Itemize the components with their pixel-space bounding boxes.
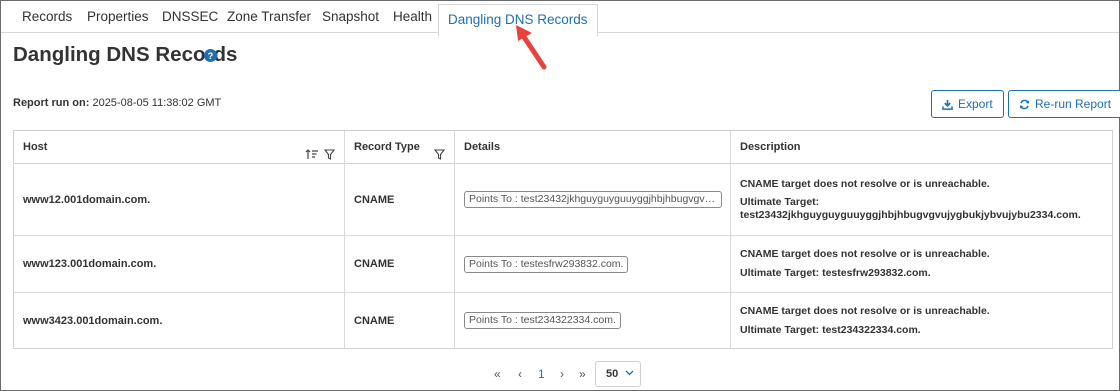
ultimate-target-text: Ultimate Target: test234322334.com. — [740, 324, 921, 336]
tab-records[interactable]: Records — [22, 1, 72, 33]
report-run-label: Report run on: — [13, 97, 90, 109]
svg-text:?: ? — [208, 51, 214, 61]
report-run-time: 2025-08-05 11:38:02 GMT — [92, 97, 222, 109]
next-page-button[interactable]: › — [560, 361, 564, 387]
points-to-field[interactable]: Points To : test23432jkhguyguyguuyggjhbj… — [464, 191, 722, 208]
filter-icon[interactable] — [323, 149, 336, 160]
tab-snapshot[interactable]: Snapshot — [322, 1, 379, 33]
tab-health[interactable]: Health — [393, 1, 432, 33]
dangling-records-table: Host Record Type Details Description www… — [13, 130, 1113, 349]
first-page-button[interactable]: « — [494, 361, 501, 387]
ultimate-target-value: test23432jkhguyguyguuyggjhbjhbugvgvujygb… — [740, 209, 1081, 221]
description-text: CNAME target does not resolve or is unre… — [740, 305, 990, 317]
points-to-field[interactable]: Points To : testesfrw293832.com. — [464, 255, 629, 273]
tab-bar: Records Properties DNSSEC Zone Transfer … — [1, 1, 1119, 37]
table-row[interactable]: www12.001domain.com. CNAME Points To : t… — [14, 164, 1112, 236]
record-type-cell: CNAME — [345, 293, 455, 348]
host-cell: www12.001domain.com. — [14, 164, 345, 235]
ultimate-target-label: Ultimate Target: — [740, 196, 820, 208]
per-page-select[interactable]: 50 — [595, 361, 641, 387]
tab-properties[interactable]: Properties — [87, 1, 149, 33]
host-cell: www123.001domain.com. — [14, 236, 345, 292]
column-header-details: Details — [455, 131, 731, 164]
column-header-description: Description — [740, 141, 801, 153]
description-cell: CNAME target does not resolve or is unre… — [731, 236, 1112, 292]
details-cell: Points To : test23432jkhguyguyguuyggjhbj… — [455, 164, 731, 235]
sort-icon[interactable] — [305, 149, 319, 160]
description-text: CNAME target does not resolve or is unre… — [740, 248, 990, 260]
report-run-info: Report run on: 2025-08-05 11:38:02 GMT — [13, 97, 221, 109]
app-frame: Records Properties DNSSEC Zone Transfer … — [0, 0, 1120, 391]
ultimate-target-text: Ultimate Target: testesfrw293832.com. — [740, 267, 931, 279]
prev-page-button[interactable]: ‹ — [518, 361, 522, 387]
tab-zone-transfer[interactable]: Zone Transfer — [227, 1, 311, 33]
points-to-field[interactable]: Points To : test234322334.com. — [464, 312, 621, 329]
download-icon — [942, 99, 953, 110]
filter-icon[interactable] — [433, 149, 446, 160]
last-page-button[interactable]: » — [579, 361, 586, 387]
column-header-host[interactable]: Host — [14, 131, 345, 164]
table-header: Host Record Type Details Description — [14, 131, 1112, 164]
host-cell: www3423.001domain.com. — [14, 293, 345, 348]
description-cell: CNAME target does not resolve or is unre… — [731, 164, 1112, 235]
annotation-arrow-icon — [516, 25, 547, 70]
export-button[interactable]: Export — [931, 90, 1004, 118]
details-cell: Points To : testesfrw293832.com. — [455, 236, 731, 292]
record-type-cell: CNAME — [345, 236, 455, 292]
record-type-cell: CNAME — [345, 164, 455, 235]
page-number-current[interactable]: 1 — [538, 361, 545, 387]
per-page-value: 50 — [606, 368, 619, 380]
tab-dnssec[interactable]: DNSSEC — [162, 1, 218, 33]
description-text: CNAME target does not resolve or is unre… — [740, 178, 990, 190]
rerun-report-button[interactable]: Re-run Report — [1008, 90, 1120, 118]
table-row[interactable]: www123.001domain.com. CNAME Points To : … — [14, 236, 1112, 293]
chevron-down-icon — [625, 370, 634, 376]
export-label: Export — [958, 97, 993, 111]
refresh-icon — [1020, 99, 1029, 110]
table-row[interactable]: www3423.001domain.com. CNAME Points To :… — [14, 293, 1112, 348]
details-cell: Points To : test234322334.com. — [455, 293, 731, 348]
column-header-record-type[interactable]: Record Type — [345, 131, 455, 164]
rerun-report-label: Re-run Report — [1035, 97, 1112, 111]
help-icon[interactable]: ? — [204, 49, 217, 62]
description-cell: CNAME target does not resolve or is unre… — [731, 293, 1112, 348]
